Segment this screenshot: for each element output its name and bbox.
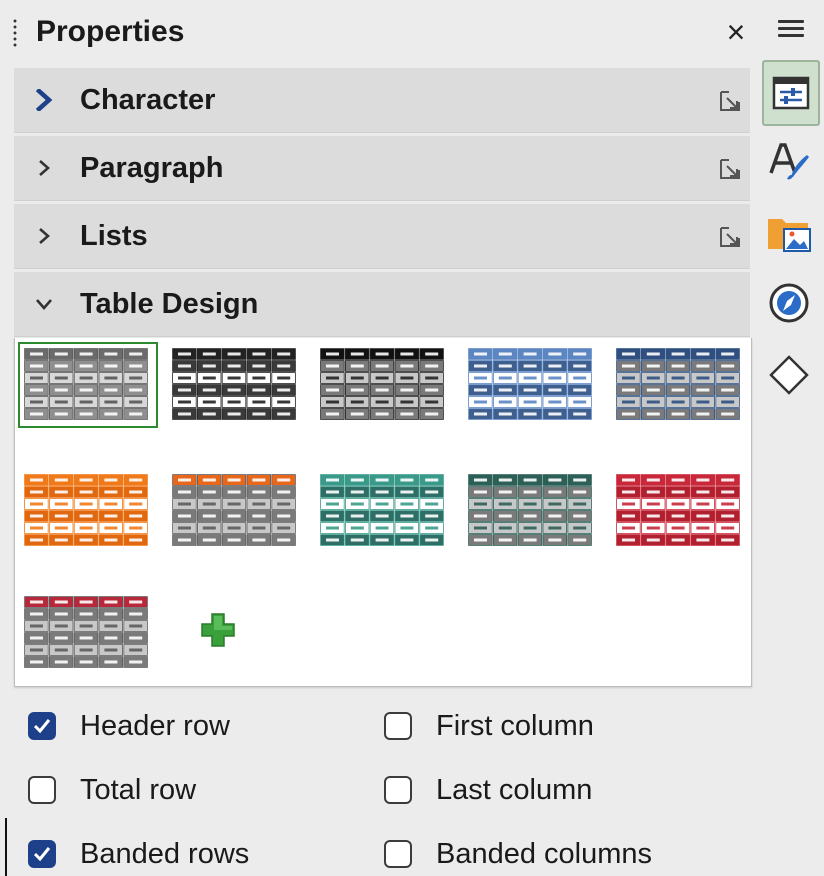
table-style-thumbnail — [468, 348, 592, 420]
section-lists[interactable]: Lists — [14, 204, 750, 269]
close-button[interactable]: × — [716, 14, 756, 50]
table-style-thumbnail — [320, 348, 444, 420]
section-table-design[interactable]: Table Design — [14, 272, 750, 337]
checkbox-unchecked-icon[interactable] — [384, 840, 412, 868]
option-label: Banded rows — [80, 837, 250, 870]
last-column-checkbox[interactable]: Last column — [384, 770, 592, 810]
option-label: First column — [436, 709, 594, 742]
banded-columns-checkbox[interactable]: Banded columns — [384, 834, 652, 874]
tab-styles[interactable] — [766, 138, 812, 184]
table-style-thumbnail — [468, 474, 592, 546]
properties-icon — [772, 76, 810, 110]
checkbox-unchecked-icon[interactable] — [384, 712, 412, 740]
table-style-darkblue[interactable] — [616, 348, 744, 422]
table-style-orange-gray[interactable] — [172, 474, 300, 548]
navigator-icon — [769, 283, 809, 323]
checkbox-checked-icon[interactable] — [28, 712, 56, 740]
section-label: Lists — [80, 220, 148, 252]
table-style-red[interactable] — [616, 474, 744, 548]
tab-navigator[interactable] — [766, 280, 812, 326]
table-style-dark-teal[interactable] — [468, 474, 596, 548]
table-style-red-gray[interactable] — [24, 596, 152, 670]
more-options-icon[interactable] — [718, 225, 742, 249]
table-style-blue[interactable] — [468, 348, 596, 422]
sidebar-tab-bar — [756, 0, 824, 876]
shapes-icon — [769, 355, 809, 395]
panel-title: Properties — [36, 15, 185, 48]
table-style-thumbnail — [616, 348, 740, 420]
section-character[interactable]: Character — [14, 68, 750, 133]
more-options-icon[interactable] — [718, 89, 742, 113]
table-style-default[interactable] — [18, 342, 158, 428]
option-label: Banded columns — [436, 837, 653, 870]
drag-handle-icon[interactable] — [13, 18, 17, 48]
header-row-checkbox[interactable]: Header row — [28, 706, 230, 746]
plus-icon — [201, 613, 235, 647]
table-style-black2[interactable] — [320, 348, 448, 422]
table-style-thumbnail — [24, 596, 148, 668]
table-style-thumbnail — [24, 348, 148, 420]
gallery-icon — [768, 219, 811, 252]
chevron-right-icon — [30, 136, 58, 200]
table-style-thumbnail — [616, 474, 740, 546]
first-column-checkbox[interactable]: First column — [384, 706, 594, 746]
banded-rows-checkbox[interactable]: Banded rows — [28, 834, 249, 874]
checkbox-checked-icon[interactable] — [28, 840, 56, 868]
chevron-down-icon — [30, 272, 58, 336]
option-label: Header row — [80, 709, 230, 742]
table-style-black1[interactable] — [172, 348, 300, 422]
section-label: Table Design — [80, 288, 259, 320]
tab-properties[interactable] — [762, 60, 820, 126]
chevron-right-icon — [30, 68, 58, 132]
tab-shapes[interactable] — [766, 352, 812, 398]
divider — [5, 818, 7, 876]
section-paragraph[interactable]: Paragraph — [14, 136, 750, 201]
styles-icon — [769, 143, 809, 180]
hamburger-menu-icon[interactable] — [778, 16, 804, 40]
table-style-thumbnail — [172, 474, 296, 546]
table-style-orange[interactable] — [24, 474, 152, 548]
table-style-thumbnail — [24, 474, 148, 546]
chevron-right-icon — [30, 204, 58, 268]
more-options-icon[interactable] — [718, 157, 742, 181]
tab-gallery[interactable] — [766, 210, 812, 256]
add-table-style-button[interactable] — [198, 610, 238, 650]
table-style-turquoise[interactable] — [320, 474, 448, 548]
table-style-thumbnail — [320, 474, 444, 546]
total-row-checkbox[interactable]: Total row — [28, 770, 196, 810]
table-style-thumbnail — [172, 348, 296, 420]
checkbox-unchecked-icon[interactable] — [384, 776, 412, 804]
checkbox-unchecked-icon[interactable] — [28, 776, 56, 804]
option-label: Last column — [436, 773, 593, 806]
option-label: Total row — [80, 773, 197, 806]
section-label: Character — [80, 84, 216, 116]
section-label: Paragraph — [80, 152, 224, 184]
